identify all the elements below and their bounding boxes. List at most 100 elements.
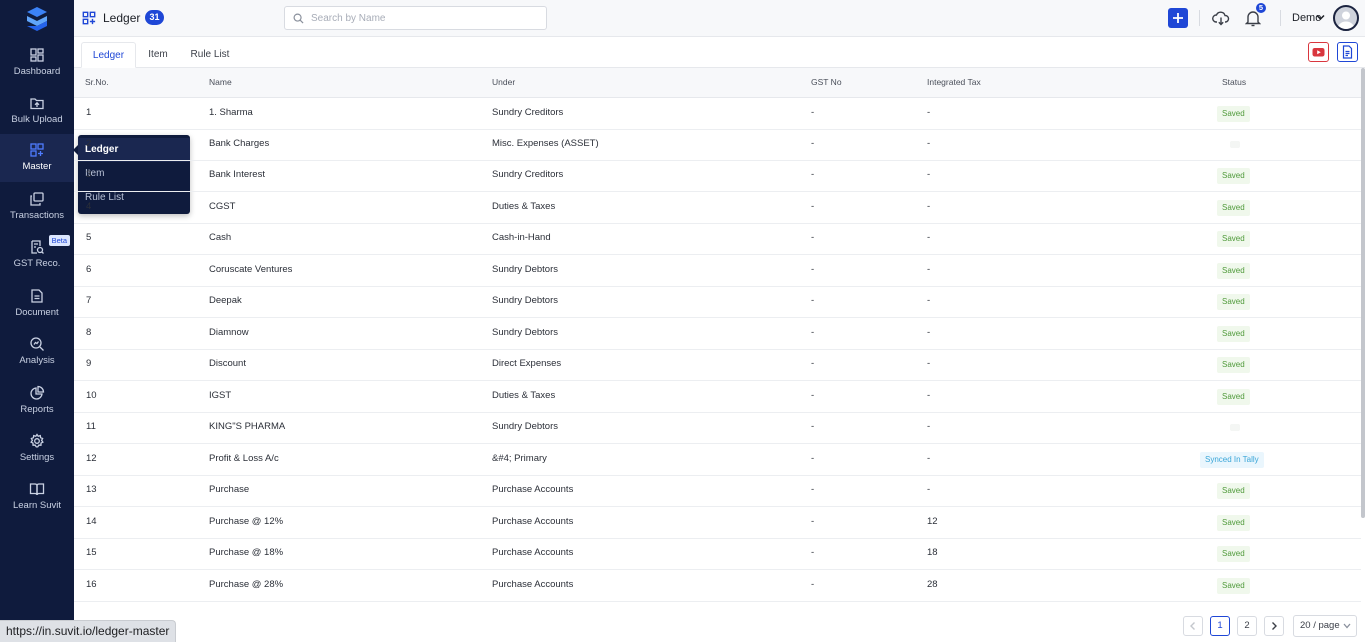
gear-icon — [30, 433, 44, 448]
cell-gst-no: - — [811, 579, 815, 590]
sidebar-item-analysis[interactable]: Analysis — [0, 332, 74, 376]
guide-document-button[interactable] — [1337, 42, 1358, 62]
notification-badge: 5 — [1256, 3, 1266, 13]
cell-gst-no: - — [811, 484, 815, 495]
user-avatar-icon — [1337, 11, 1355, 29]
cell-sr-no: 14 — [86, 516, 97, 527]
table-row[interactable]: 4 CGST Duties & Taxes - - Saved — [74, 192, 1361, 224]
suvit-logo-icon[interactable] — [25, 6, 49, 32]
cell-sr-no: 1 — [86, 107, 92, 118]
cell-name: Purchase — [209, 484, 250, 495]
status-badge: Saved — [1217, 546, 1250, 562]
youtube-button[interactable] — [1308, 42, 1329, 62]
column-header-sr-no[interactable]: Sr.No. — [85, 77, 109, 87]
cell-under: Sundry Debtors — [492, 295, 559, 306]
table-row[interactable]: 10 IGST Duties & Taxes - - Saved — [74, 381, 1361, 413]
table-row[interactable]: 15 Purchase @ 18% Purchase Accounts - 18… — [74, 538, 1361, 570]
table-row[interactable]: 16 Purchase @ 28% Purchase Accounts - 28… — [74, 570, 1361, 602]
page-size-select[interactable]: 20 / page — [1293, 615, 1357, 637]
cell-sr-no: 12 — [86, 453, 97, 464]
table-row[interactable]: 13 Purchase Purchase Accounts - - Saved — [74, 475, 1361, 507]
sidebar-item-dashboard[interactable]: Dashboard — [0, 43, 74, 87]
book-icon — [29, 483, 45, 496]
status-badge: Saved — [1217, 231, 1250, 247]
sidebar-item-bulk-upload[interactable]: Bulk Upload — [0, 91, 74, 135]
table-row[interactable]: 14 Purchase @ 12% Purchase Accounts - 12… — [74, 507, 1361, 539]
cell-under: Sundry Debtors — [492, 264, 559, 275]
cell-integrated-tax: - — [927, 390, 931, 401]
sidebar-item-label: Transactions — [9, 210, 65, 221]
record-count-badge: 31 — [145, 10, 164, 25]
search-box[interactable] — [284, 6, 547, 30]
sidebar-item-document[interactable]: Document — [0, 284, 74, 328]
sidebar-item-settings[interactable]: Settings — [0, 429, 74, 473]
cell-integrated-tax: - — [927, 421, 931, 432]
sidebar-item-label: Bulk Upload — [11, 114, 63, 125]
cell-integrated-tax: - — [927, 358, 931, 369]
tab-item[interactable]: Item — [140, 42, 176, 68]
column-header-gst-no[interactable]: GST No — [811, 77, 842, 87]
status-badge: Saved — [1217, 326, 1250, 342]
sidebar-item-reports[interactable]: Reports — [0, 381, 74, 425]
table-row[interactable]: 5 Cash Cash-in-Hand - - Saved — [74, 223, 1361, 255]
cell-under: Purchase Accounts — [492, 579, 574, 590]
sidebar-item-label: Settings — [19, 452, 55, 463]
column-header-integrated-tax[interactable]: Integrated Tax — [927, 77, 981, 87]
table-row[interactable]: 8 Diamnow Sundry Debtors - - Saved — [74, 318, 1361, 350]
cell-under: Sundry Creditors — [492, 107, 564, 118]
prev-page-button[interactable] — [1183, 616, 1203, 636]
page-button-2[interactable]: 2 — [1237, 616, 1257, 636]
upload-folder-icon — [30, 98, 44, 110]
tab-ledger[interactable]: Ledger — [81, 42, 136, 68]
chevron-down-icon[interactable] — [1316, 14, 1325, 21]
table-row[interactable]: 9 Discount Direct Expenses - - Saved — [74, 349, 1361, 381]
cell-sr-no: 8 — [86, 327, 92, 338]
dashboard-icon — [30, 48, 44, 62]
cell-sr-no: 9 — [86, 358, 92, 369]
cell-name: Coruscate Ventures — [209, 264, 293, 275]
avatar[interactable] — [1333, 5, 1359, 31]
column-header-name[interactable]: Name — [209, 77, 232, 87]
sidebar-item-label: Reports — [20, 404, 54, 415]
table-scrollbar[interactable] — [1361, 68, 1365, 518]
cell-integrated-tax: - — [927, 107, 931, 118]
table-row[interactable]: 7 Deepak Sundry Debtors - - Saved — [74, 286, 1361, 318]
table-row[interactable]: 1 1. Sharma Sundry Creditors - - Saved — [74, 98, 1361, 130]
cell-sr-no: 5 — [86, 232, 92, 243]
cell-gst-no: - — [811, 390, 815, 401]
grid-plus-icon — [30, 143, 44, 157]
chevron-right-icon — [1272, 622, 1277, 630]
add-button[interactable] — [1168, 8, 1188, 28]
tab-rule-list[interactable]: Rule List — [184, 42, 236, 68]
next-page-button[interactable] — [1264, 616, 1284, 636]
sidebar-item-label: Document — [15, 307, 59, 318]
cell-sr-no: 2 — [86, 138, 92, 149]
status-url: https://in.suvit.io/ledger-master — [0, 620, 177, 642]
cell-name: Bank Interest — [209, 169, 265, 180]
sidebar-item-transactions[interactable]: Transactions — [0, 187, 74, 231]
sidebar-item-label: Analysis — [19, 355, 55, 366]
table-row[interactable]: 2 Bank Charges Misc. Expenses (ASSET) - … — [74, 129, 1361, 161]
cell-under: Sundry Debtors — [492, 327, 559, 338]
page-button-1[interactable]: 1 — [1210, 616, 1230, 636]
column-header-under[interactable]: Under — [492, 77, 515, 87]
beta-badge: Beta — [48, 235, 70, 246]
cloud-sync-icon[interactable] — [1212, 9, 1230, 27]
search-icon — [293, 13, 304, 24]
sidebar-item-learn-suvit[interactable]: Learn Suvit — [0, 477, 74, 521]
cell-name: Cash — [209, 232, 232, 243]
table-row[interactable]: 12 Profit & Loss A/c &#4; Primary - - Sy… — [74, 444, 1361, 476]
status-badge — [1230, 141, 1240, 148]
sidebar-item-master[interactable]: Master — [0, 134, 74, 182]
table-row[interactable]: 6 Coruscate Ventures Sundry Debtors - - … — [74, 255, 1361, 287]
column-header-status[interactable]: Status — [1222, 77, 1246, 87]
status-badge: Saved — [1217, 515, 1250, 531]
table-row[interactable]: 3 Bank Interest Sundry Creditors - - Sav… — [74, 160, 1361, 192]
sidebar-item-gst-reco[interactable]: Beta GST Reco. — [0, 235, 74, 279]
cell-under: Purchase Accounts — [492, 516, 574, 527]
search-input[interactable] — [311, 10, 541, 26]
status-badge: Saved — [1217, 294, 1250, 310]
plus-icon — [1173, 13, 1183, 23]
cell-name: Purchase @ 28% — [209, 579, 284, 590]
table-row[interactable]: 11 KING"S PHARMA Sundry Debtors - - — [74, 412, 1361, 444]
